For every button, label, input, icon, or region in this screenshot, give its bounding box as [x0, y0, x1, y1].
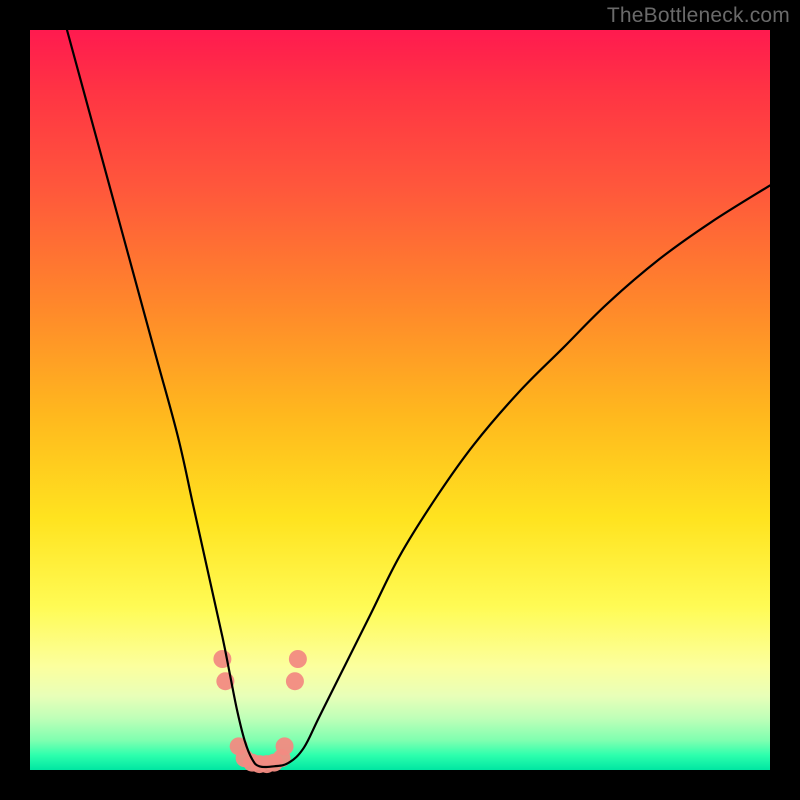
- watermark-text: TheBottleneck.com: [607, 4, 790, 28]
- chart-frame: TheBottleneck.com: [0, 0, 800, 800]
- plot-background: [30, 30, 770, 770]
